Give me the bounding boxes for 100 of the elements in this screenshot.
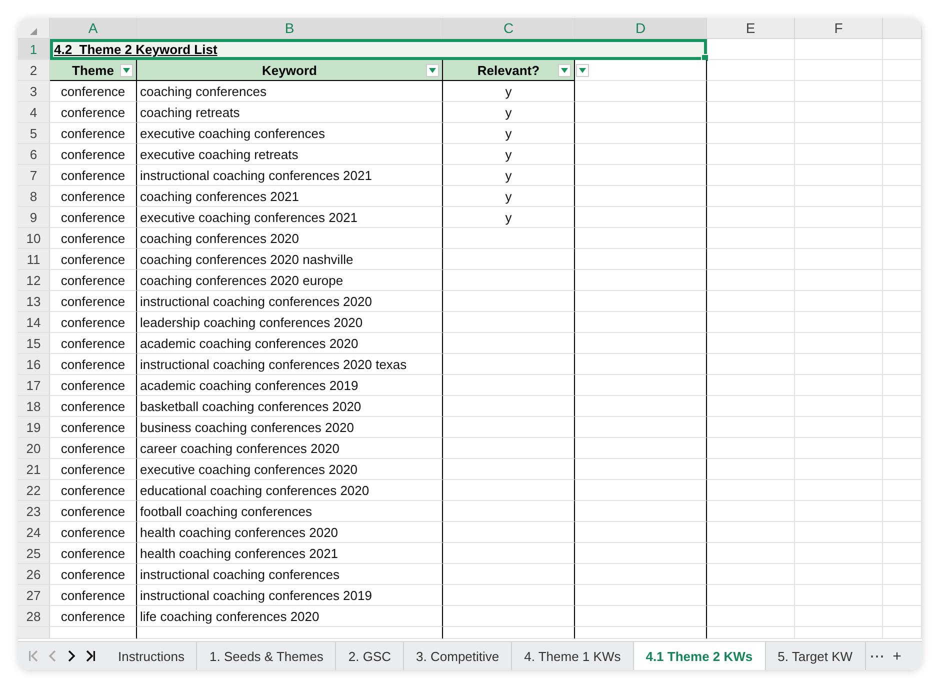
row-number[interactable]: 26 [18, 564, 50, 585]
empty-cell [883, 627, 922, 639]
table-cell: academic coaching conferences 2019 [137, 375, 443, 396]
more-tabs-button[interactable]: ⋯ [866, 647, 889, 665]
sheet-tab[interactable]: Instructions [106, 642, 198, 670]
sheet-tab[interactable]: 1. Seeds & Themes [197, 642, 336, 670]
filter-button[interactable] [120, 64, 133, 77]
empty-cell [883, 312, 922, 333]
row-number[interactable]: 23 [18, 501, 50, 522]
table-cell: conference [50, 165, 137, 186]
row-number[interactable]: 17 [18, 375, 50, 396]
row-number[interactable]: 5 [18, 123, 50, 144]
filter-button[interactable] [576, 64, 589, 77]
row-number[interactable]: 3 [18, 81, 50, 102]
empty-cell [883, 375, 922, 396]
filter-arrow-icon [123, 68, 130, 73]
table-cell: conference [50, 459, 137, 480]
sheet-tab[interactable]: 5. Target KW [766, 642, 866, 670]
row-number[interactable]: 24 [18, 522, 50, 543]
empty-cell [883, 228, 922, 249]
empty-cell [883, 291, 922, 312]
sheet-tab[interactable]: 3. Competitive [404, 642, 512, 670]
column-title: Relevant? [477, 62, 540, 78]
sheet-nav-button[interactable] [84, 649, 96, 663]
empty-cell [883, 60, 922, 81]
table-cell: conference [50, 396, 137, 417]
next-sheet-icon [66, 650, 76, 662]
row-number[interactable]: 20 [18, 438, 50, 459]
row-number[interactable]: 25 [18, 543, 50, 564]
row-number[interactable]: 7 [18, 165, 50, 186]
table-cell: career coaching conferences 2020 [137, 438, 443, 459]
row-number[interactable]: 9 [18, 207, 50, 228]
row-number[interactable]: 22 [18, 480, 50, 501]
empty-cell [883, 186, 922, 207]
row-number[interactable]: 14 [18, 312, 50, 333]
row-number[interactable]: 8 [18, 186, 50, 207]
row-number[interactable]: 27 [18, 585, 50, 606]
select-all-corner[interactable] [18, 18, 50, 39]
table-cell: conference [50, 438, 137, 459]
table-cell: conference [50, 186, 137, 207]
sheet-tab[interactable]: 4.1 Theme 2 KWs [634, 642, 766, 670]
table-cell: executive coaching conferences [137, 123, 443, 144]
row-number[interactable]: 21 [18, 459, 50, 480]
row-number[interactable]: 6 [18, 144, 50, 165]
empty-cell [883, 165, 922, 186]
empty-cell [883, 438, 922, 459]
row-number[interactable]: 12 [18, 270, 50, 291]
empty-cell [883, 354, 922, 375]
empty-cell [883, 501, 922, 522]
row-number[interactable]: 4 [18, 102, 50, 123]
row-number[interactable]: 19 [18, 417, 50, 438]
table-cell: y [443, 186, 575, 207]
empty-cell [883, 144, 922, 165]
sheet-tab[interactable]: 2. GSC [336, 642, 404, 670]
table-cell: academic coaching conferences 2020 [137, 333, 443, 354]
sheet-title: 4.2 Theme 2 Keyword List [50, 39, 707, 60]
empty-cell [883, 459, 922, 480]
add-sheet-button[interactable]: + [888, 648, 906, 664]
table-cell: health coaching conferences 2020 [137, 522, 443, 543]
table-cell: instructional coaching conferences [137, 564, 443, 585]
table-cell: conference [50, 228, 137, 249]
table-cell: coaching conferences [137, 81, 443, 102]
row-number[interactable]: 11 [18, 249, 50, 270]
table-cell: educational coaching conferences 2020 [137, 480, 443, 501]
empty-cell [883, 606, 922, 627]
empty-cell [883, 585, 922, 606]
empty-cell [883, 417, 922, 438]
table-cell: conference [50, 585, 137, 606]
table-cell: y [443, 165, 575, 186]
table-cell: conference [50, 333, 137, 354]
column-header[interactable]: E [707, 18, 795, 39]
corner-triangle-icon [30, 28, 37, 35]
table-cell: instructional coaching conferences 2021 [137, 165, 443, 186]
empty-cell [883, 564, 922, 585]
row-number[interactable]: 10 [18, 228, 50, 249]
table-cell: conference [50, 501, 137, 522]
filter-button[interactable] [558, 64, 571, 77]
table-cell: conference [50, 249, 137, 270]
empty-cell [883, 249, 922, 270]
table-cell: business coaching conferences 2020 [137, 417, 443, 438]
table-cell: conference [50, 417, 137, 438]
last-sheet-icon [84, 650, 95, 662]
table-cell: instructional coaching conferences 2020 [137, 291, 443, 312]
column-header[interactable]: F [795, 18, 883, 39]
row-number[interactable]: 2 [18, 60, 50, 81]
row-number[interactable]: 16 [18, 354, 50, 375]
filter-button[interactable] [426, 64, 439, 77]
row-number[interactable]: 28 [18, 606, 50, 627]
row-number[interactable]: 18 [18, 396, 50, 417]
previous-sheet-icon [48, 650, 58, 662]
row-number[interactable]: 15 [18, 333, 50, 354]
table-cell: y [443, 144, 575, 165]
row-number[interactable]: 13 [18, 291, 50, 312]
first-sheet-icon [29, 650, 40, 662]
table-cell: conference [50, 144, 137, 165]
empty-cell [883, 333, 922, 354]
table-cell: coaching conferences 2020 nashville [137, 249, 443, 270]
table-cell: coaching conferences 2021 [137, 186, 443, 207]
empty-cell [883, 102, 922, 123]
table-cell: conference [50, 564, 137, 585]
